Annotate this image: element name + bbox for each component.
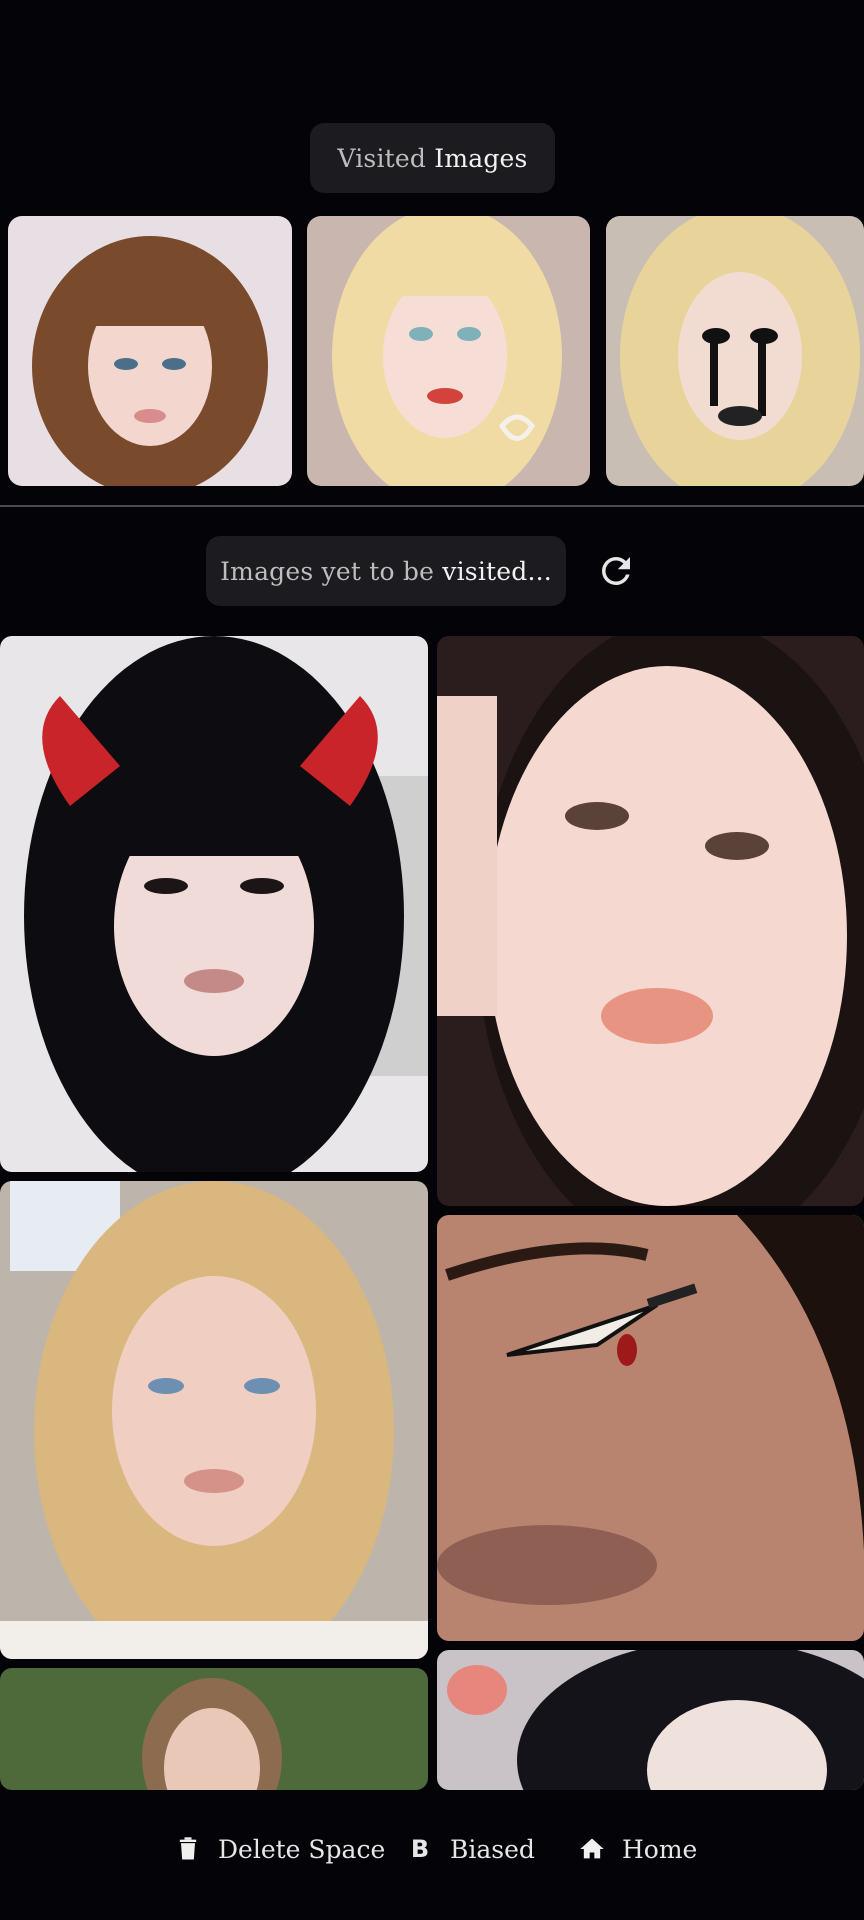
feed-photo-dark-hair[interactable] (437, 1650, 864, 1790)
home-icon (580, 1838, 604, 1859)
bold-b-icon: B (410, 1835, 430, 1863)
visited-photo-3[interactable] (606, 216, 864, 486)
visited-photo-2[interactable] (307, 216, 590, 486)
delete-space-button[interactable]: Delete Space (174, 1828, 385, 1870)
feed-photo-closeup[interactable] (437, 636, 864, 1206)
pending-label-part1: Images yet to be (220, 556, 435, 586)
feed-photo-blonde[interactable] (0, 1181, 428, 1659)
feed-photo-knife-eyeliner[interactable] (437, 1215, 864, 1641)
refresh-icon[interactable] (595, 550, 637, 592)
visited-label-part1: Visited (337, 143, 427, 173)
section-divider (0, 505, 864, 507)
home-label: Home (622, 1834, 698, 1864)
feed-photo-outdoor[interactable] (0, 1668, 428, 1790)
feed-photo-devil-horns[interactable] (0, 636, 428, 1172)
pending-images-heading: Images yet to be visited... (206, 536, 566, 606)
visited-images-heading: Visited Images (310, 123, 555, 193)
trash-icon (179, 1837, 197, 1860)
visited-label-part2: Images (434, 143, 528, 173)
biased-button[interactable]: B Biased (406, 1828, 535, 1870)
home-button[interactable]: Home (578, 1828, 697, 1870)
visited-photo-1[interactable] (8, 216, 292, 486)
pending-label-part2: visited... (442, 556, 552, 586)
delete-space-label: Delete Space (218, 1834, 386, 1864)
biased-label: Biased (450, 1834, 535, 1864)
